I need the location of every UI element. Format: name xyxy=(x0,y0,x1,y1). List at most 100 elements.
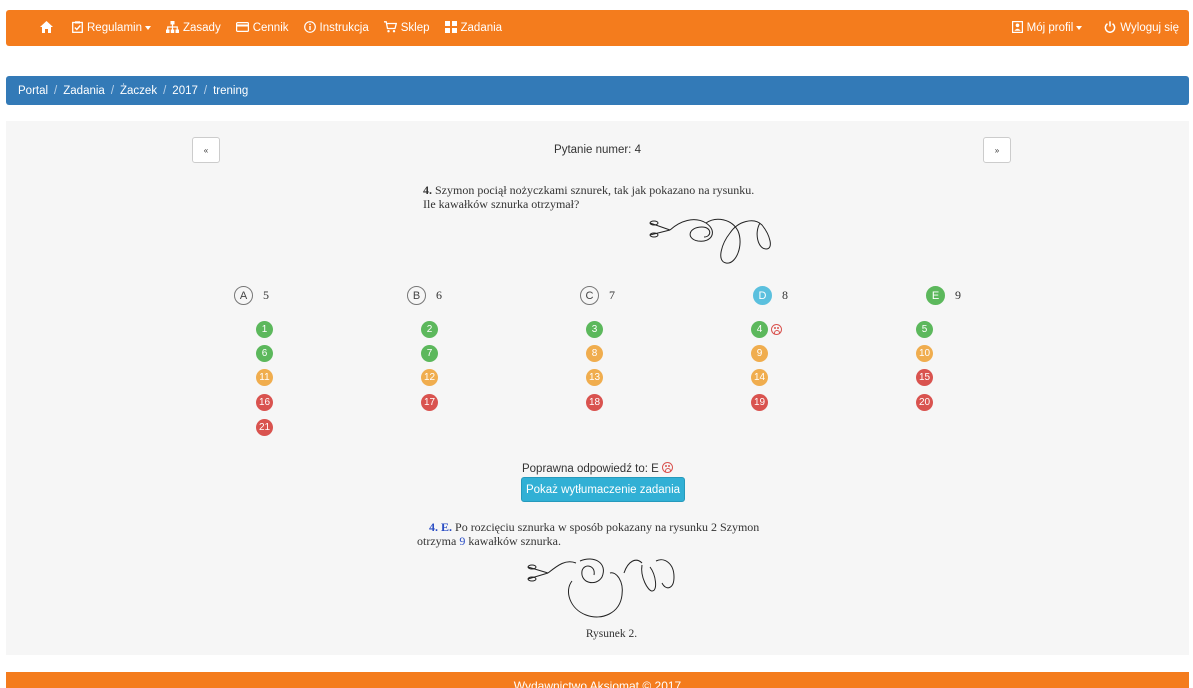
nav-profile[interactable]: Mój profil xyxy=(1011,21,1083,35)
show-explanation-button[interactable]: Pokaż wytłumaczenie zadania xyxy=(521,477,685,502)
question-link-21[interactable]: 21 xyxy=(256,419,273,436)
nav-zadania[interactable]: Zadania xyxy=(444,21,503,35)
question-link-14[interactable]: 14 xyxy=(751,369,768,386)
answer-letter-a[interactable]: A xyxy=(234,286,253,305)
nav-instrukcja-label: Instrukcja xyxy=(319,22,369,34)
breadcrumb-zadania[interactable]: Zadania xyxy=(63,85,105,97)
nav-logout-label: Wyloguj się xyxy=(1120,22,1179,34)
breadcrumb-separator: / xyxy=(54,84,58,97)
question-link-15[interactable]: 15 xyxy=(916,369,933,386)
question-link-16[interactable]: 16 xyxy=(256,394,273,411)
chevron-down-icon xyxy=(1076,26,1083,30)
nav-regulamin-label: Regulamin xyxy=(87,22,142,34)
nav-zasady[interactable]: Zasady xyxy=(165,21,221,35)
explanation-text-b: otrzyma xyxy=(417,534,457,548)
answer-value-c: 7 xyxy=(609,288,615,302)
question-link-9[interactable]: 9 xyxy=(751,345,768,362)
question-num: 4. xyxy=(423,183,432,197)
question-link-12[interactable]: 12 xyxy=(421,369,438,386)
breadcrumb-zaczek[interactable]: Żaczek xyxy=(120,85,157,97)
question-link-10[interactable]: 10 xyxy=(916,345,933,362)
answer-value-b: 6 xyxy=(436,288,442,302)
nav-zadania-label: Zadania xyxy=(460,22,503,34)
nav-left: Regulamin Zasady Cennik Instrukcja Sklep… xyxy=(40,10,517,46)
power-icon xyxy=(1104,21,1116,35)
question-link-3[interactable]: 3 xyxy=(586,321,603,338)
breadcrumb: Portal / Zadania / Żaczek / 2017 / treni… xyxy=(6,76,1189,105)
home-link[interactable] xyxy=(40,21,57,35)
question-link-8[interactable]: 8 xyxy=(586,345,603,362)
question-panel: « Pytanie numer: 4 » 4. Szymon pociął no… xyxy=(6,121,1189,655)
correct-answer-label: Poprawna odpowiedź to: E xyxy=(521,463,659,475)
question-link-17[interactable]: 17 xyxy=(421,394,438,411)
question-line1: Szymon pociął nożyczkami sznurek, tak ja… xyxy=(435,183,755,197)
credit-card-icon xyxy=(235,22,249,34)
nav-instrukcja[interactable]: Instrukcja xyxy=(303,21,369,35)
nav-cennik[interactable]: Cennik xyxy=(235,22,289,34)
answer-letter-b[interactable]: B xyxy=(407,286,426,305)
nav-regulamin[interactable]: Regulamin xyxy=(72,21,151,35)
question-text: 4. Szymon pociął nożyczkami sznurek, tak… xyxy=(423,183,803,211)
nav-right: Mój profil Wyloguj się xyxy=(990,10,1179,46)
nav-cennik-label: Cennik xyxy=(252,22,289,34)
explanation-letter: E. xyxy=(441,520,453,534)
clipboard-check-icon xyxy=(72,21,83,35)
question-link-6[interactable]: 6 xyxy=(256,345,273,362)
answer-letter-e[interactable]: E xyxy=(926,286,945,305)
answer-value-a: 5 xyxy=(263,288,269,302)
info-circle-icon xyxy=(303,21,316,35)
answer-option-a[interactable]: A 5 xyxy=(234,286,269,305)
question-link-4[interactable]: 4 xyxy=(751,321,768,338)
nav-sklep-label: Sklep xyxy=(400,22,430,34)
user-card-icon xyxy=(1011,21,1023,35)
next-question-button[interactable]: » xyxy=(983,137,1011,163)
question-link-13[interactable]: 13 xyxy=(586,369,603,386)
grid-icon xyxy=(444,21,457,35)
answer-value-d: 8 xyxy=(782,288,788,302)
explanation-text-c: kawałków sznurka. xyxy=(468,534,561,548)
answer-option-e[interactable]: E 9 xyxy=(926,286,961,305)
breadcrumb-current: trening xyxy=(213,84,249,97)
explanation-count: 9 xyxy=(459,534,466,548)
home-icon xyxy=(40,21,53,35)
answer-letter-c[interactable]: C xyxy=(580,286,599,305)
correct-answer-text: Poprawna odpowiedź to: E xyxy=(6,462,1189,475)
footer: Wydawnictwo Aksjomat © 2017 xyxy=(6,672,1189,688)
string-figure xyxy=(649,218,771,264)
sitemap-icon xyxy=(165,21,179,35)
question-link-5[interactable]: 5 xyxy=(916,321,933,338)
question-link-7[interactable]: 7 xyxy=(421,345,438,362)
nav-zasady-label: Zasady xyxy=(182,22,221,34)
breadcrumb-separator: / xyxy=(110,84,115,97)
cart-icon xyxy=(383,21,397,35)
nav-logout[interactable]: Wyloguj się xyxy=(1104,21,1179,35)
breadcrumb-year[interactable]: 2017 xyxy=(172,85,198,97)
question-link-1[interactable]: 1 xyxy=(256,321,273,338)
question-number: Pytanie numer: 4 xyxy=(554,144,641,156)
sad-face-icon xyxy=(771,324,782,335)
answer-option-c[interactable]: C 7 xyxy=(580,286,615,305)
nav-sklep[interactable]: Sklep xyxy=(383,21,430,35)
answer-value-e: 9 xyxy=(955,288,961,302)
question-link-19[interactable]: 19 xyxy=(751,394,768,411)
figure-caption: Rysunek 2. xyxy=(585,628,638,640)
question-link-18[interactable]: 18 xyxy=(586,394,603,411)
answer-option-b[interactable]: B 6 xyxy=(407,286,442,305)
explanation-line1: Po rozcięciu sznurka w sposób pokazany n… xyxy=(455,520,760,534)
question-link-11[interactable]: 11 xyxy=(256,369,273,386)
breadcrumb-separator: / xyxy=(163,84,167,97)
explanation-text: 4. E. Po rozcięciu sznurka w sposób poka… xyxy=(417,520,817,548)
nav-profile-label: Mój profil xyxy=(1026,22,1074,34)
explanation-num: 4. xyxy=(429,520,438,534)
question-link-20[interactable]: 20 xyxy=(916,394,933,411)
answer-option-d[interactable]: D 8 xyxy=(753,286,788,305)
breadcrumb-portal[interactable]: Portal xyxy=(18,85,48,97)
question-line2: Ile kawałków sznurka otrzymał? xyxy=(423,197,580,211)
question-link-2[interactable]: 2 xyxy=(421,321,438,338)
breadcrumb-separator: / xyxy=(203,84,208,97)
explanation-figure xyxy=(527,558,675,618)
top-navbar: Regulamin Zasady Cennik Instrukcja Sklep… xyxy=(6,10,1189,46)
footer-text: Wydawnictwo Aksjomat © 2017 xyxy=(513,679,682,688)
sad-face-icon xyxy=(662,462,673,473)
answer-letter-d[interactable]: D xyxy=(753,286,772,305)
